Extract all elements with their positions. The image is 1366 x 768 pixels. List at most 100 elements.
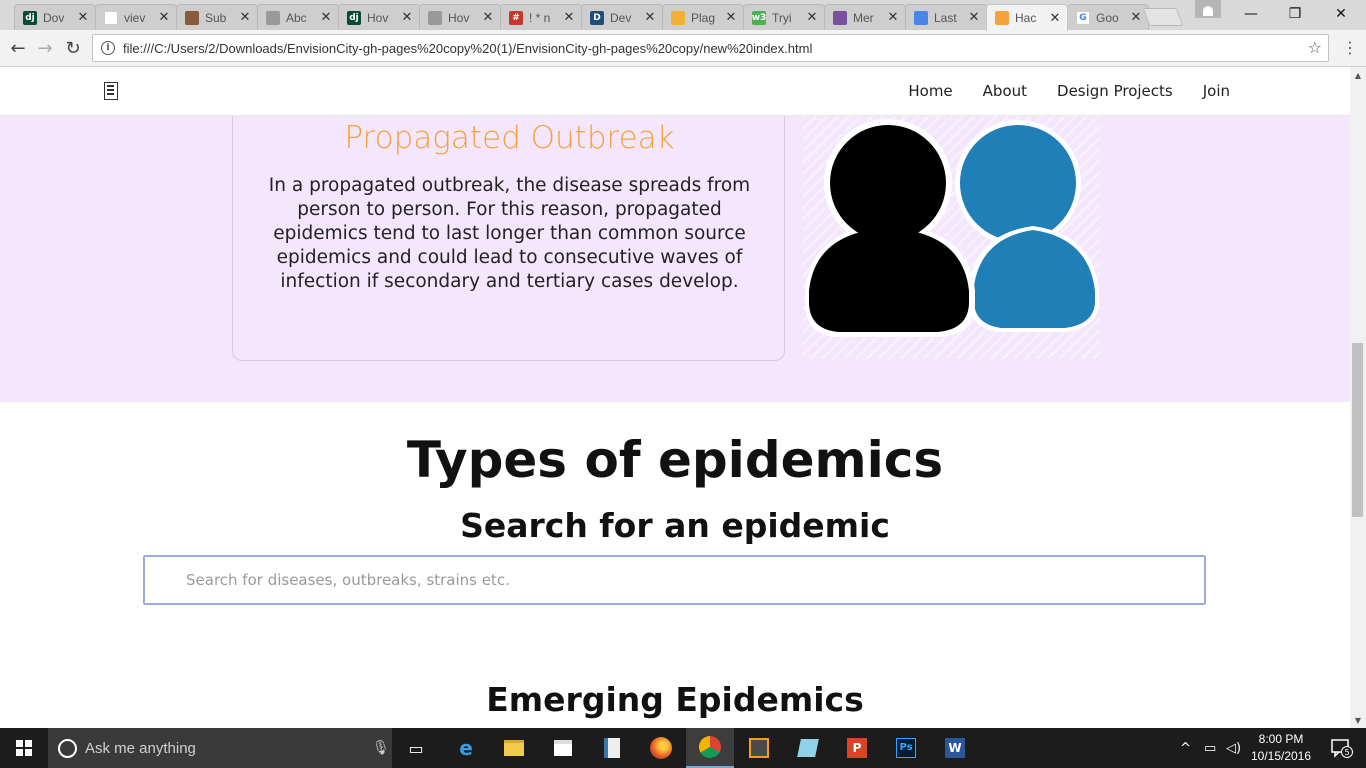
- battery-icon[interactable]: ▭: [1204, 728, 1216, 768]
- site-navbar: Home About Design Projects Join: [0, 67, 1350, 116]
- browser-tab[interactable]: Abc ✕: [257, 4, 339, 30]
- address-bar[interactable]: i file:///C:/Users/2/Downloads/EnvisionC…: [92, 34, 1329, 62]
- tab-close-icon[interactable]: ✕: [563, 10, 575, 25]
- nav-join-link[interactable]: Join: [1203, 82, 1230, 100]
- browser-tab[interactable]: D Dev ✕: [581, 4, 663, 30]
- photoshop-icon[interactable]: Ps: [882, 728, 930, 768]
- word-icon[interactable]: W: [931, 728, 979, 768]
- nav-design-projects-link[interactable]: Design Projects: [1057, 82, 1173, 100]
- tab-title: Hov: [367, 10, 389, 25]
- tab-title: Dev: [610, 10, 632, 25]
- tab-favicon-icon: [671, 10, 685, 25]
- cortana-icon: [58, 738, 77, 758]
- browser-tab[interactable]: G Goo ✕: [1067, 4, 1149, 30]
- clock-time: 8:00 PM: [1258, 732, 1304, 746]
- epidemic-search-input[interactable]: [143, 555, 1206, 605]
- tab-close-icon[interactable]: ✕: [320, 10, 332, 25]
- store-icon[interactable]: [539, 728, 587, 768]
- notes-app-icon[interactable]: [784, 728, 832, 768]
- edge-browser-icon[interactable]: e: [442, 728, 490, 768]
- tab-favicon-icon: [428, 10, 442, 25]
- tab-favicon-icon: [185, 10, 199, 25]
- action-center-icon[interactable]: 5: [1322, 728, 1362, 768]
- close-window-button[interactable]: ✕: [1318, 0, 1364, 28]
- page-viewport: Home About Design Projects Join Propagat…: [0, 67, 1350, 728]
- emerging-epidemics-heading: Emerging Epidemics: [486, 680, 864, 719]
- scroll-down-arrow-icon[interactable]: ▼: [1350, 712, 1366, 728]
- tab-title: Plag: [691, 10, 716, 25]
- cortana-search-box[interactable]: Ask me anything 🎙: [48, 728, 392, 768]
- scroll-up-arrow-icon[interactable]: ▲: [1350, 67, 1366, 83]
- minimize-button[interactable]: —: [1228, 0, 1274, 28]
- browser-tab[interactable]: Plag ✕: [662, 4, 744, 30]
- browser-menu-icon[interactable]: ⋮: [1342, 38, 1358, 57]
- back-arrow-icon[interactable]: ←: [6, 36, 30, 60]
- user-profile-icon[interactable]: [1195, 0, 1221, 18]
- tab-favicon-icon: w3: [751, 10, 767, 25]
- windows-logo-icon: [16, 740, 32, 756]
- people-icon: [803, 116, 1100, 359]
- url-text[interactable]: file:///C:/Users/2/Downloads/EnvisionCit…: [123, 41, 812, 56]
- bookmark-star-icon[interactable]: ☆: [1308, 38, 1322, 57]
- tab-favicon-icon: G: [1076, 10, 1090, 25]
- tab-close-icon[interactable]: ✕: [77, 10, 89, 25]
- tab-close-icon[interactable]: ✕: [644, 10, 656, 25]
- tab-close-icon[interactable]: ✕: [968, 10, 980, 25]
- tab-favicon-icon: [266, 10, 280, 25]
- tab-favicon-icon: D: [590, 10, 604, 25]
- tab-close-icon[interactable]: ✕: [887, 10, 899, 25]
- firefox-icon[interactable]: [637, 728, 685, 768]
- nav-home-link[interactable]: Home: [908, 82, 952, 100]
- chrome-icon[interactable]: [686, 728, 734, 768]
- nav-about-link[interactable]: About: [983, 82, 1027, 100]
- browser-tab[interactable]: dj Dov ✕: [14, 4, 96, 30]
- browser-tab[interactable]: Hac ✕: [986, 4, 1068, 31]
- browser-tab[interactable]: w3 Tryi ✕: [743, 4, 825, 30]
- taskbar-clock[interactable]: 8:00 PM 10/15/2016: [1248, 731, 1314, 765]
- browser-tab[interactable]: dj Hov ✕: [338, 4, 420, 30]
- page-scrollbar[interactable]: ▲ ▼: [1350, 67, 1366, 728]
- tab-close-icon[interactable]: ✕: [1049, 11, 1061, 26]
- browser-tab[interactable]: viev ✕: [95, 4, 177, 30]
- task-view-icon[interactable]: ▭: [392, 728, 440, 768]
- tab-close-icon[interactable]: ✕: [482, 10, 494, 25]
- clock-date: 10/15/2016: [1250, 749, 1312, 763]
- forward-arrow-icon[interactable]: →: [33, 36, 57, 60]
- python-file-icon[interactable]: [588, 728, 636, 768]
- tab-close-icon[interactable]: ✕: [806, 10, 818, 25]
- tab-title: Goo: [1096, 10, 1119, 25]
- reload-icon[interactable]: ↻: [61, 36, 85, 60]
- sublime-text-icon[interactable]: [735, 728, 783, 768]
- tab-close-icon[interactable]: ✕: [158, 10, 170, 25]
- scrollbar-thumb[interactable]: [1352, 343, 1363, 517]
- tab-title: Dov: [43, 10, 65, 25]
- tab-favicon-icon: [833, 10, 847, 25]
- notification-count: 5: [1344, 748, 1349, 757]
- windows-taskbar: Ask me anything 🎙 ▭ e P Ps W ^ ▭ ◁) 8:00…: [0, 728, 1366, 768]
- tab-close-icon[interactable]: ✕: [1130, 10, 1142, 25]
- browser-tab[interactable]: Mer ✕: [824, 4, 906, 30]
- powerpoint-icon[interactable]: P: [833, 728, 881, 768]
- volume-icon[interactable]: ◁): [1226, 728, 1241, 768]
- show-hidden-icons-chevron-icon[interactable]: ^: [1180, 728, 1191, 768]
- new-tab-button[interactable]: [1142, 8, 1184, 26]
- building-icon[interactable]: [104, 82, 118, 100]
- tab-close-icon[interactable]: ✕: [401, 10, 413, 25]
- file-explorer-icon[interactable]: [490, 728, 538, 768]
- hero-section: Propagated Outbreak In a propagated outb…: [0, 106, 1350, 402]
- microphone-icon[interactable]: 🎙: [372, 740, 392, 756]
- tab-close-icon[interactable]: ✕: [725, 10, 737, 25]
- browser-tab[interactable]: Sub ✕: [176, 4, 258, 30]
- browser-tab[interactable]: Last ✕: [905, 4, 987, 30]
- tab-title: Mer: [853, 10, 874, 25]
- cortana-search-text: Ask me anything: [85, 739, 196, 757]
- maximize-button[interactable]: ❐: [1272, 0, 1318, 28]
- browser-tab[interactable]: Hov ✕: [419, 4, 501, 30]
- browser-tab[interactable]: # ! * n ✕: [500, 4, 582, 30]
- info-icon[interactable]: i: [101, 41, 115, 55]
- tab-favicon-icon: [914, 10, 928, 25]
- card-description: In a propagated outbreak, the disease sp…: [268, 175, 751, 292]
- tab-close-icon[interactable]: ✕: [239, 10, 251, 25]
- site-nav-links: Home About Design Projects Join: [908, 82, 1230, 100]
- start-button[interactable]: [0, 728, 48, 768]
